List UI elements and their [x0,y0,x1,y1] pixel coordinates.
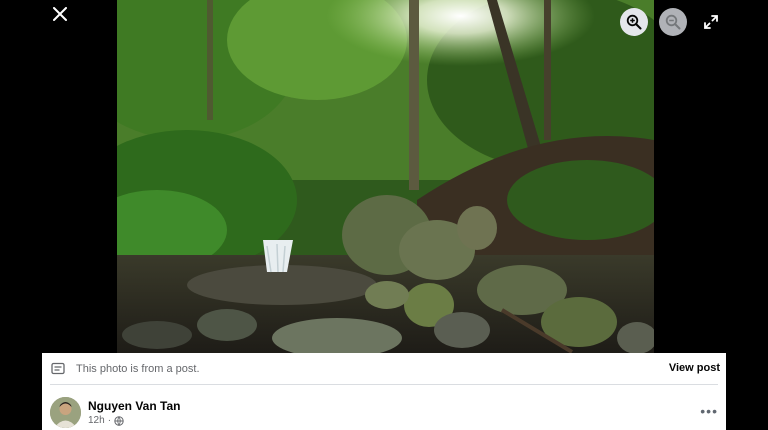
post-photo [117,0,654,353]
zoom-out-button[interactable] [659,8,687,36]
view-post-link[interactable]: View post [669,362,720,374]
photo-source-text: This photo is from a post. [76,362,200,375]
post-info-panel: This photo is from a post. View post Ngu… [42,353,726,430]
divider [50,384,718,385]
close-icon [53,7,67,21]
post-icon [51,362,65,374]
fullscreen-icon [704,15,718,29]
zoom-out-icon [665,14,681,30]
post-meta: 12h · [88,415,124,426]
zoom-in-button[interactable] [620,8,648,36]
close-button[interactable] [48,4,72,26]
post-timestamp[interactable]: 12h [88,415,105,426]
avatar[interactable] [50,397,81,428]
globe-icon [114,415,124,426]
author-name[interactable]: Nguyen Van Tan [88,399,180,413]
avatar-image [50,397,81,428]
fullscreen-button[interactable] [700,11,722,33]
meta-separator: · [107,415,112,426]
zoom-in-icon [626,14,642,30]
more-options-button[interactable]: ••• [700,403,718,419]
photo-source-notice: This photo is from a post. [42,353,726,384]
